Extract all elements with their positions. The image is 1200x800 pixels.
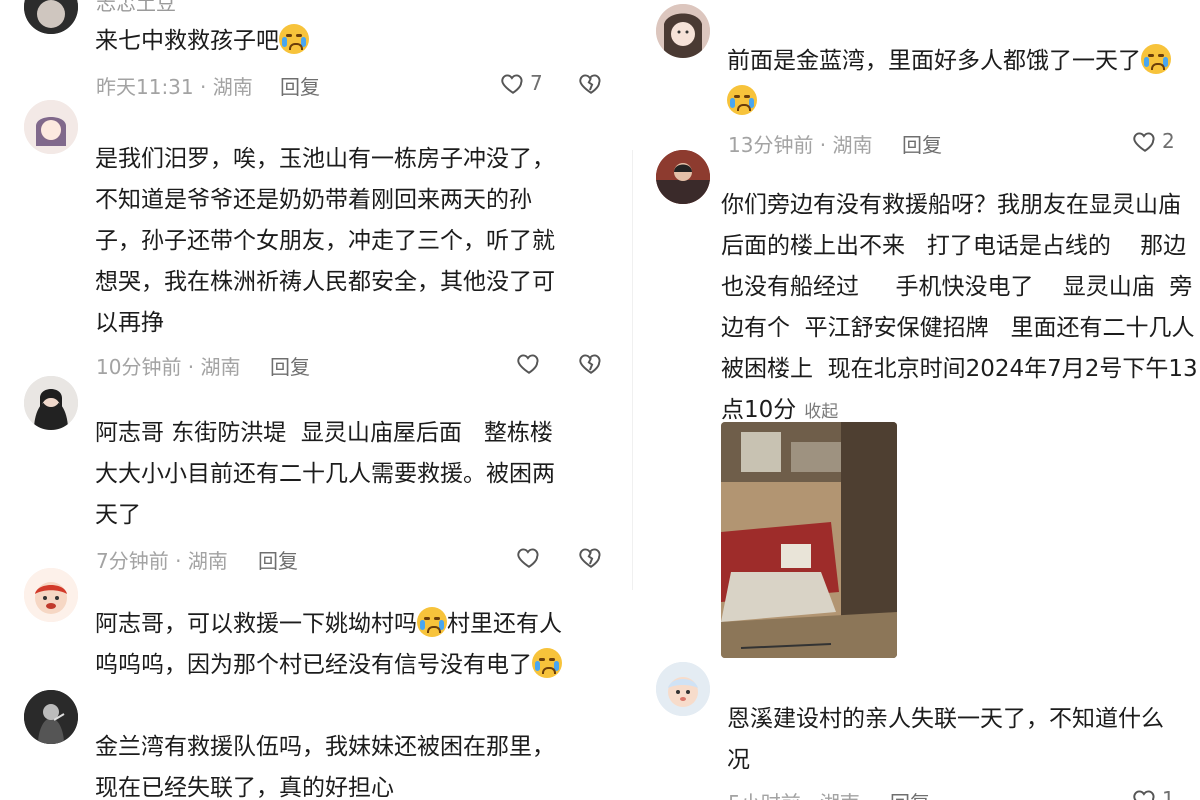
comment-time: 5小时前 [728, 791, 801, 800]
comment-text: 来七中救救孩子吧 [95, 21, 309, 62]
comment-line: 来七中救救孩子吧 [95, 28, 279, 54]
heart-icon[interactable] [516, 350, 542, 376]
comment-location: 湖南 [212, 75, 253, 99]
comment-line: 阿志哥 东街防洪堤 显灵山庙屋后面 整栋楼 [95, 420, 553, 446]
comment-line: 金兰湾有救援队伍吗，我妹妹还被困在那里， [95, 734, 555, 760]
avatar[interactable] [24, 568, 78, 622]
dislike-icon[interactable] [578, 70, 604, 96]
comment-location: 湖南 [187, 549, 228, 573]
comment-meta: 10分钟前 · 湖南 [96, 355, 241, 379]
comment-meta: 13分钟前 · 湖南 [728, 133, 873, 157]
comment-line: 况 [727, 747, 750, 773]
comment-line: 前面是金蓝湾，里面好多人都饿了一天了 [727, 41, 1171, 82]
comment-text: 是我们汨罗，唉，玉池山有一栋房子冲没了， 不知道是爷爷还是奶奶带着刚回来两天的孙… [95, 139, 555, 344]
comment-time: 13分钟前 [728, 133, 814, 157]
reply-button[interactable]: 回复 [258, 545, 298, 574]
left-comment-column: 忐忑土豆 来七中救救孩子吧 昨天11:31 · 湖南 回复 7 是我们汨罗，唉，… [0, 0, 620, 800]
comment-line: 恩溪建设村的亲人失联一天了，不知道什么 [727, 706, 1164, 732]
comment-text: 金兰湾有救援队伍吗，我妹妹还被困在那里， 现在已经失联了，真的好担心 [95, 727, 555, 800]
like-count: 7 [530, 71, 543, 95]
comment-time: 7分钟前 [96, 549, 169, 573]
avatar[interactable] [24, 690, 78, 744]
heart-icon[interactable] [1132, 786, 1158, 800]
comment-time: 昨天11:31 [96, 75, 194, 99]
comment-line: 呜呜呜，因为那个村已经没有信号没有电了 [95, 645, 562, 686]
loudly-crying-emoji [727, 85, 757, 115]
comment-line: 后面的楼上出不来 打了电话是占线的 那边 [721, 233, 1187, 259]
comment-text: 阿志哥 东街防洪堤 显灵山庙屋后面 整栋楼 大大小小目前还有二十几人需要救援。被… [95, 413, 555, 536]
comment-line [727, 82, 1171, 123]
dislike-icon[interactable] [578, 350, 604, 376]
avatar[interactable] [24, 100, 78, 154]
reply-button[interactable]: 回复 [280, 71, 320, 100]
comment-line: 被困楼上 现在北京时间2024年7月2号下午13 [721, 356, 1198, 382]
loudly-crying-emoji [417, 607, 447, 637]
comment-meta: 5小时前 · 湖南 [728, 787, 860, 800]
avatar[interactable] [656, 662, 710, 716]
comment-location: 湖南 [200, 355, 241, 379]
avatar[interactable] [656, 150, 710, 204]
comment-line: 阿志哥，可以救援一下姚坳村吗 村里还有人 [95, 604, 562, 645]
heart-icon[interactable] [516, 544, 542, 570]
username[interactable]: 忐忑土豆 [96, 0, 176, 16]
comment-line: 是我们汨罗，唉，玉池山有一栋房子冲没了， [95, 146, 555, 172]
reply-button[interactable]: 回复 [270, 351, 310, 380]
comment-location: 湖南 [820, 791, 860, 800]
like-count: 1 [1162, 787, 1175, 800]
comment-line: 现在已经失联了，真的好担心 [95, 775, 394, 800]
flood-photo[interactable] [721, 422, 897, 658]
comment-line: 不知道是爷爷还是奶奶带着刚回来两天的孙 [95, 187, 532, 213]
comment-line: 天了 [95, 502, 141, 528]
column-divider [632, 150, 633, 590]
comment-line: 以再挣 [95, 310, 164, 336]
reply-button[interactable]: 回复 [902, 129, 942, 158]
comment-text: 前面是金蓝湾，里面好多人都饿了一天了 [727, 41, 1171, 123]
comment-line: 也没有船经过 手机快没电了 显灵山庙 旁 [721, 274, 1193, 300]
reply-button[interactable]: 回复 [890, 787, 930, 800]
avatar[interactable] [656, 4, 710, 58]
comment-meta: 昨天11:31 · 湖南 [96, 75, 253, 99]
right-comment-column: 前面是金蓝湾，里面好多人都饿了一天了 13分钟前 · 湖南 回复 2 你们旁边有… [634, 0, 1200, 800]
comment-line: 想哭，我在株洲祈祷人民都安全，其他没了可 [95, 269, 555, 295]
comment-line: 子，孙子还带个女朋友，冲走了三个，听了就 [95, 228, 555, 254]
avatar[interactable] [24, 0, 78, 34]
avatar[interactable] [24, 376, 78, 430]
dislike-icon[interactable] [578, 544, 604, 570]
like-count: 2 [1162, 129, 1175, 153]
comment-time: 10分钟前 [96, 355, 182, 379]
loudly-crying-emoji [1141, 44, 1171, 74]
comment-line: 边有个 平江舒安保健招牌 里面还有二十几人 [721, 315, 1195, 341]
comment-line: 大大小小目前还有二十几人需要救援。被困两 [95, 461, 555, 487]
loudly-crying-emoji [532, 648, 562, 678]
heart-icon[interactable] [500, 70, 526, 96]
comment-meta: 7分钟前 · 湖南 [96, 549, 228, 573]
collapse-link[interactable]: 收起 [804, 402, 838, 422]
comment-text: 你们旁边有没有救援船呀？我朋友在显灵山庙 后面的楼上出不来 打了电话是占线的 那… [721, 185, 1198, 433]
heart-icon[interactable] [1132, 128, 1158, 154]
comment-line: 你们旁边有没有救援船呀？我朋友在显灵山庙 [721, 192, 1181, 218]
comment-location: 湖南 [832, 133, 873, 157]
comment-text: 阿志哥，可以救援一下姚坳村吗 村里还有人 呜呜呜，因为那个村已经没有信号没有电了 [95, 604, 562, 686]
comment-text: 恩溪建设村的亲人失联一天了，不知道什么 况 [727, 699, 1164, 781]
loudly-crying-emoji [279, 24, 309, 54]
